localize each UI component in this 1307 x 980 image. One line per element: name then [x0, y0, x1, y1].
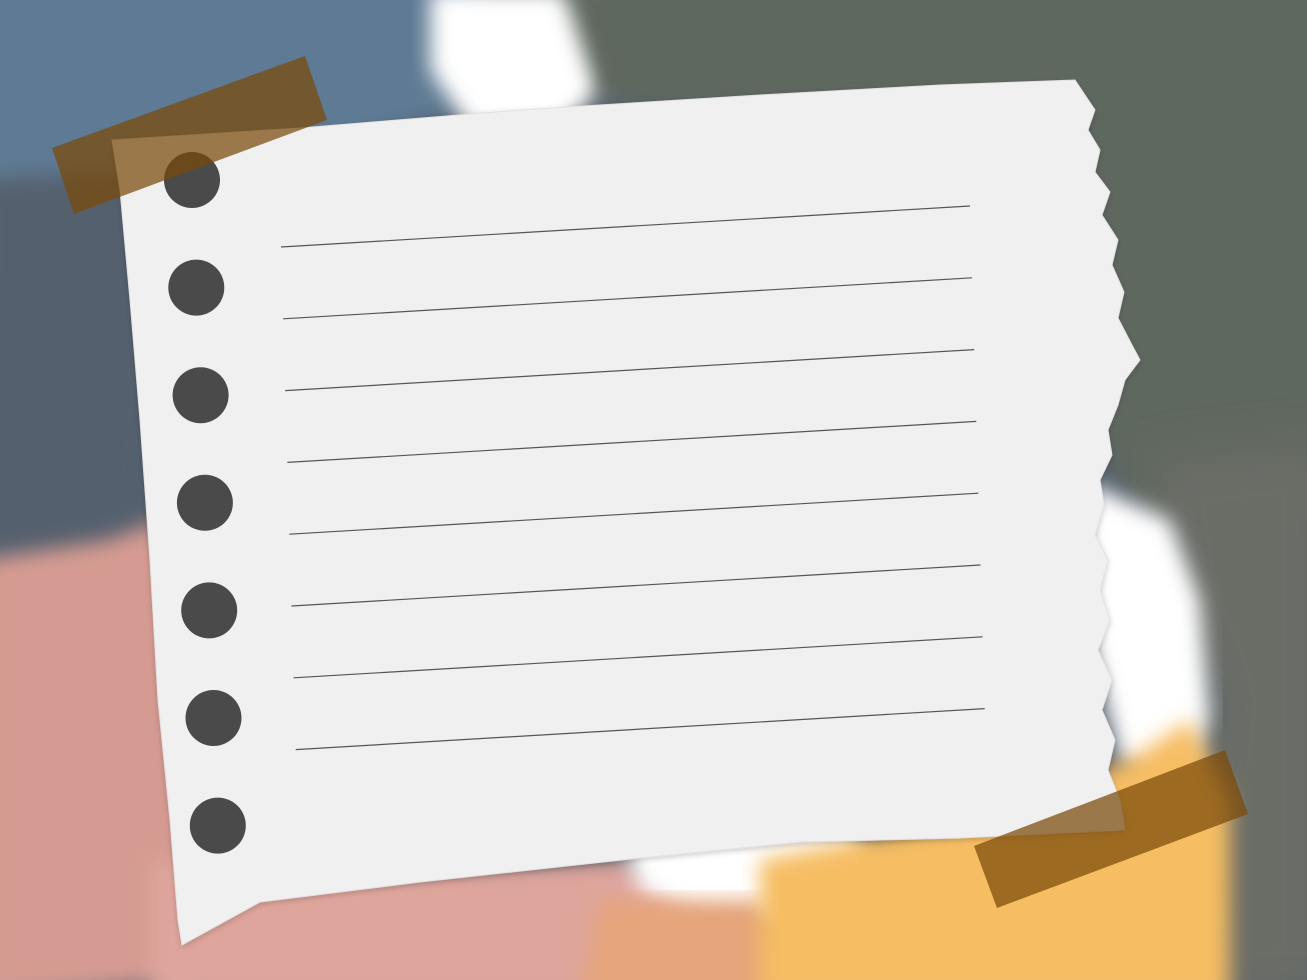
punch-hole [181, 582, 238, 639]
punch-hole [176, 474, 233, 531]
collage-artwork [0, 0, 1307, 980]
paper-body [111, 79, 1141, 946]
punch-hole [168, 259, 225, 316]
punch-hole [172, 367, 229, 424]
paper-sheet [111, 79, 1141, 946]
punch-hole [185, 690, 242, 746]
punch-hole [189, 797, 246, 854]
notepaper-collage [0, 0, 1307, 980]
